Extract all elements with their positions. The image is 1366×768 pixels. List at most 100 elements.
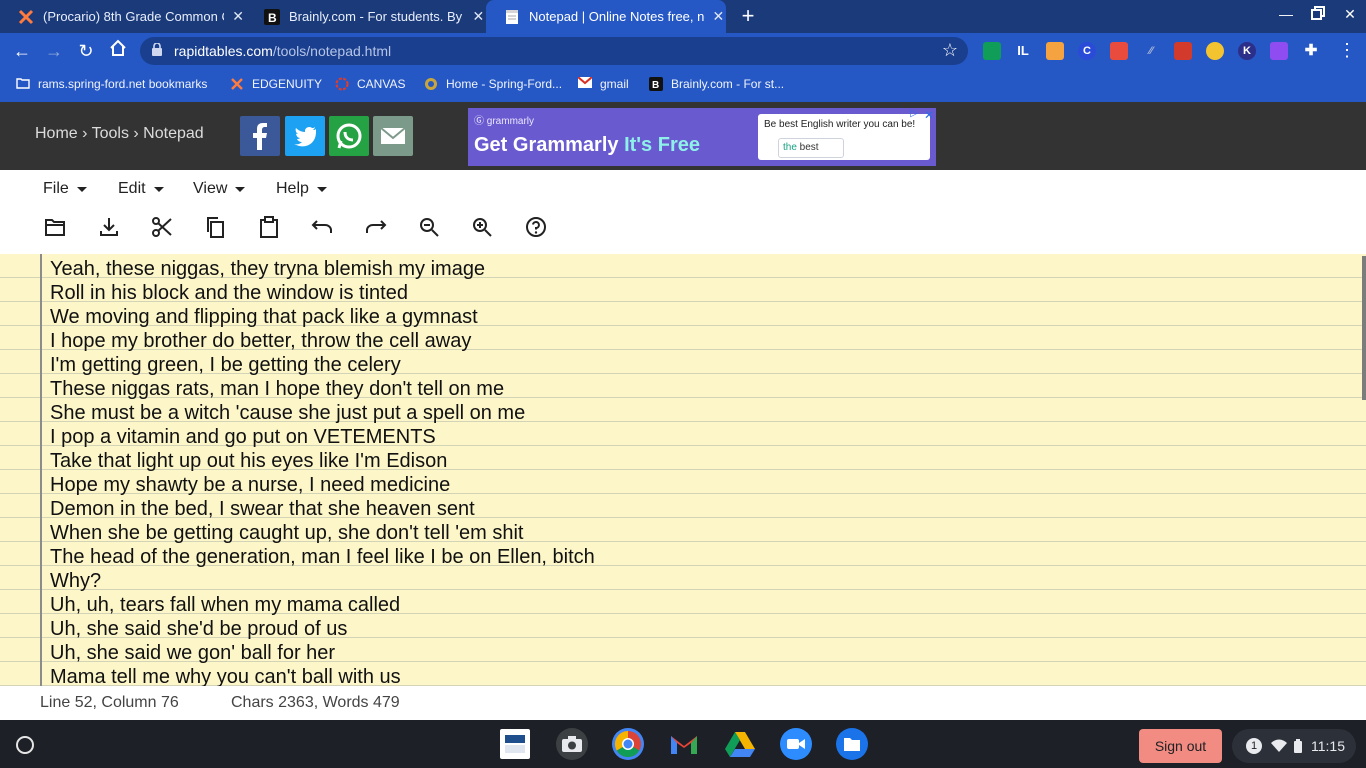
screen-recorder-icon[interactable] (1110, 42, 1128, 60)
new-tab-button[interactable]: + (736, 4, 760, 28)
twitter-icon[interactable] (285, 116, 325, 156)
download-icon[interactable] (94, 212, 124, 242)
text-line: We moving and flipping that pack like a … (50, 306, 478, 328)
margin-line (40, 254, 42, 686)
restore-icon[interactable] (1308, 6, 1328, 23)
close-tab-icon[interactable]: ✕ (471, 8, 486, 25)
google-classroom-icon[interactable] (983, 42, 1001, 60)
il-icon[interactable]: IL (1014, 42, 1032, 60)
help-icon[interactable] (521, 212, 551, 242)
brainly-icon: B (649, 77, 663, 91)
address-bar[interactable]: rapidtables.com/tools/notepad.html ☆ (140, 37, 968, 65)
caret-down-icon (76, 186, 87, 192)
menu-file[interactable]: File (43, 180, 87, 198)
x-logo-icon (18, 9, 34, 25)
facebook-icon[interactable] (240, 116, 280, 156)
bookmark-gmail[interactable]: gmail (577, 76, 629, 91)
ad-close-icon[interactable]: ✕ (924, 108, 934, 122)
springford-icon (424, 77, 438, 91)
tab-brainly[interactable]: B Brainly.com - For students. By st ✕ (246, 0, 486, 33)
home-icon[interactable] (106, 39, 130, 63)
caret-down-icon (235, 186, 246, 192)
google-drive-icon[interactable] (724, 728, 756, 760)
text-line: She must be a witch 'cause she just put … (50, 402, 526, 424)
open-folder-icon[interactable] (40, 212, 70, 242)
paste-icon[interactable] (254, 212, 284, 242)
reload-icon[interactable]: ↻ (74, 39, 98, 63)
back-icon[interactable]: ← (10, 39, 34, 63)
forward-icon[interactable]: → (42, 39, 66, 63)
ad-suggestion: the best (778, 138, 844, 158)
bookmark-label: EDGENUITY (252, 77, 323, 91)
paint-icon[interactable] (1046, 42, 1064, 60)
text-line: Roll in his block and the window is tint… (50, 282, 408, 304)
files-icon[interactable] (836, 728, 868, 760)
menu-kebab-icon[interactable]: ⋮ (1338, 40, 1356, 61)
pearson-testnav-icon[interactable] (500, 729, 530, 759)
text-line: Demon in the bed, I swear that she heave… (50, 498, 475, 520)
gmail-icon[interactable] (668, 728, 700, 760)
email-icon[interactable] (373, 116, 413, 156)
tab-notepad[interactable]: Notepad | Online Notes free, no l ✕ (486, 0, 726, 33)
grammarly-ad[interactable]: Ⓖ grammarly Get Grammarly It's Free Be b… (468, 108, 936, 166)
close-window-icon[interactable]: ✕ (1340, 6, 1360, 23)
bookmark-folder[interactable]: rams.spring-ford.net bookmarks (16, 77, 207, 91)
text-line: Uh, uh, tears fall when my mama called (50, 594, 401, 616)
undo-icon[interactable] (307, 212, 337, 242)
chrome-icon[interactable] (612, 728, 644, 760)
sign-out-button[interactable]: Sign out (1139, 729, 1222, 763)
text-line: Uh, she said she'd be proud of us (50, 618, 348, 640)
bookmark-star-icon[interactable]: ☆ (942, 40, 958, 61)
breadcrumb[interactable]: Home › Tools › Notepad (35, 125, 204, 143)
whatsapp-icon[interactable] (329, 116, 369, 156)
zoom-in-icon[interactable] (467, 212, 497, 242)
text-line: Yeah, these niggas, they tryna blemish m… (50, 258, 486, 280)
lock-icon (152, 42, 162, 56)
cut-icon[interactable] (147, 212, 177, 242)
ad-card-text: Be best English writer you can be! (764, 119, 916, 130)
camera-icon[interactable] (556, 728, 588, 760)
bookmark-springford[interactable]: Home - Spring-Ford... (424, 77, 562, 91)
svg-text:B: B (268, 11, 277, 25)
c-icon[interactable]: C (1078, 42, 1096, 60)
bookmark-edgenuity[interactable]: EDGENUITY (230, 77, 322, 91)
clock: 11:15 (1311, 738, 1345, 754)
bookmark-label: rams.spring-ford.net bookmarks (38, 77, 208, 91)
puzzle-icon[interactable]: ✚ (1302, 42, 1320, 60)
green-ext-icon[interactable] (1206, 42, 1224, 60)
red-ext-icon[interactable] (1174, 42, 1192, 60)
ad-card: Be best English writer you can be! the b… (758, 114, 930, 160)
close-tab-icon[interactable]: ✕ (230, 8, 246, 25)
bookmark-label: CANVAS (357, 77, 406, 91)
editor-scrollbar[interactable] (1362, 256, 1366, 400)
redo-icon[interactable] (361, 212, 391, 242)
grey-ext-icon[interactable]: ⁄⁄ (1142, 42, 1160, 60)
text-line: Uh, she said we gon' ball for her (50, 642, 336, 664)
menu-help[interactable]: Help (276, 180, 327, 198)
bookmark-canvas[interactable]: CANVAS (335, 77, 405, 91)
notification-badge: 1 (1246, 738, 1262, 754)
gmail-icon (577, 76, 593, 91)
launcher-icon[interactable] (16, 736, 34, 754)
zoom-out-icon[interactable] (414, 212, 444, 242)
tab-title: Brainly.com - For students. By st (289, 9, 465, 24)
menu-edit[interactable]: Edit (118, 180, 164, 198)
ad-headline: Get Grammarly It's Free (474, 134, 700, 156)
text-line: The head of the generation, man I feel l… (50, 546, 595, 568)
zoom-icon[interactable] (780, 728, 812, 760)
minimize-icon[interactable]: — (1276, 6, 1296, 22)
grammarly-logo-icon: Ⓖ (474, 116, 487, 127)
menu-view[interactable]: View (193, 180, 246, 198)
tab-procario[interactable]: (Procario) 8th Grade Common C ✕ (0, 0, 246, 33)
notepad-icon (504, 9, 520, 25)
status-tray[interactable]: 1 11:15 (1232, 729, 1356, 763)
copy-icon[interactable] (200, 212, 230, 242)
editor-text[interactable]: Yeah, these niggas, they tryna blemish m… (50, 257, 595, 689)
text-line: Why? (50, 570, 102, 592)
bookmark-brainly[interactable]: B Brainly.com - For st... (649, 77, 784, 91)
ad-brand: Ⓖ grammarly (474, 116, 535, 127)
purple-ext-icon[interactable] (1270, 42, 1288, 60)
adchoices-icon[interactable]: ▷ (910, 108, 918, 119)
k-icon[interactable]: K (1238, 42, 1256, 60)
close-tab-icon[interactable]: ✕ (711, 8, 726, 25)
